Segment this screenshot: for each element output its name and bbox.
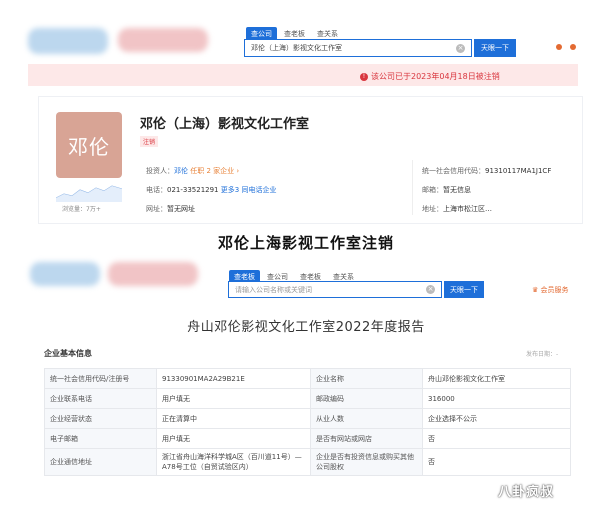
blurred-logo xyxy=(28,28,108,54)
member-service-label: 会员服务 xyxy=(540,286,569,294)
notice-label: 该公司已于2023年04月18日被注销 xyxy=(371,72,500,81)
field-value: 316000 xyxy=(422,388,571,409)
credit-value: 91310117MA1J1CF xyxy=(485,167,552,175)
table-row: 企业通信地址 浙江省舟山海洋科学城A区（百川道11号）—A78号工位（自贸试验区内… xyxy=(44,448,571,476)
company-logo: 邓伦 xyxy=(56,112,122,178)
caption-title: 邓伦上海影视工作室注销 xyxy=(217,234,394,252)
search-input-value: 邓伦（上海）影视文化工作室 xyxy=(251,44,342,52)
table-row: 统一社会信用代码/注册号 91330901MA2A29B21E 企业名称 舟山邓伦影视… xyxy=(44,368,571,389)
field-label: 邮政编码 xyxy=(310,388,423,409)
browse-count: 浏览量：7万+ xyxy=(62,206,101,213)
watermark: 八卦疯叔 xyxy=(498,485,555,500)
credit-row: 统一社会信用代码：91310117MA1J1CF xyxy=(422,166,551,176)
email-row: 邮箱：暂无信息 xyxy=(422,185,471,195)
phone-row: 电话：021-33521291 更多3 同电话企业 xyxy=(146,185,276,195)
field-label: 从业人数 xyxy=(310,408,423,429)
trend-chart-icon xyxy=(56,185,122,202)
table-row: 电子邮箱 用户填无 是否有网站或网店否 xyxy=(44,428,571,449)
search-button[interactable]: 天眼一下 xyxy=(444,281,484,298)
user-icon[interactable] xyxy=(570,44,576,50)
table-row: 企业经营状态 正在清算中 从业人数 企业选择不公示 xyxy=(44,408,571,429)
website-row: 网址：暂无网址 xyxy=(146,204,195,214)
company-name: 邓伦（上海）影视文化工作室 xyxy=(140,117,310,132)
investor-extra[interactable]: 任职 2 家企业 › xyxy=(190,167,239,175)
table-row: 企业联系电话 用户填无 邮政编码 316000 xyxy=(44,388,571,409)
search-placeholder: 请输入公司名称或关键词 xyxy=(235,285,312,294)
basic-info-table: 统一社会信用代码/注册号 91330901MA2A29B21E 企业名称 舟山邓伦影视… xyxy=(44,368,571,476)
website-value: 暂无网址 xyxy=(167,205,195,213)
blurred-logo xyxy=(30,262,100,286)
address-row: 地址：上海市松江区… xyxy=(422,204,492,214)
vip-icon[interactable] xyxy=(556,44,562,50)
field-value: 浙江省舟山海洋科学城A区（百川道11号）—A78号工位（自贸试验区内） xyxy=(156,448,311,476)
field-label: 电子邮箱 xyxy=(44,428,157,449)
field-value: 用户填无 xyxy=(156,388,311,409)
phone-label: 电话： xyxy=(146,186,167,194)
section-title: 企业基本信息 xyxy=(44,349,92,358)
field-label: 企业是否有投资信息或购买其他公司股权 xyxy=(310,448,423,476)
field-value: 正在清算中 xyxy=(156,408,311,429)
investor-row: 投资人：邓伦 任职 2 家企业 › xyxy=(146,166,239,176)
blurred-logo-red xyxy=(118,28,208,52)
report-title: 舟山邓伦影视文化工作室2022年度报告 xyxy=(187,320,425,335)
field-value: 否 xyxy=(422,448,571,476)
address-label: 地址： xyxy=(422,205,443,213)
clear-icon[interactable]: × xyxy=(456,43,465,53)
investor-label: 投资人： xyxy=(146,167,174,175)
same-phone-link[interactable]: 同电话企业 xyxy=(241,186,276,194)
credit-label: 统一社会信用代码： xyxy=(422,167,485,175)
investor-link[interactable]: 邓伦 xyxy=(174,167,188,175)
phone-value: 021-33521291 xyxy=(167,186,219,194)
search-input[interactable]: 邓伦（上海）影视文化工作室 × xyxy=(244,39,472,57)
status-badge: 注销 xyxy=(140,136,159,147)
field-label: 企业联系电话 xyxy=(44,388,157,409)
field-label: 是否有网站或网店 xyxy=(310,428,423,449)
divider xyxy=(412,160,413,215)
field-value: 否 xyxy=(422,428,571,449)
search-button[interactable]: 天眼一下 xyxy=(474,39,516,57)
email-value: 暂无信息 xyxy=(443,186,471,194)
address-value: 上海市松江区… xyxy=(443,205,492,213)
field-label: 企业经营状态 xyxy=(44,408,157,429)
field-label: 企业名称 xyxy=(310,368,423,389)
cancel-notice: ! 该公司已于2023年04月18日被注销 xyxy=(360,71,500,82)
field-label: 企业通信地址 xyxy=(44,448,157,476)
clear-icon[interactable]: × xyxy=(426,285,435,294)
email-label: 邮箱： xyxy=(422,186,443,194)
field-value: 企业选择不公示 xyxy=(422,408,571,429)
publish-date: 发布日期：- xyxy=(526,351,559,358)
website-label: 网址： xyxy=(146,205,167,213)
field-value: 用户填无 xyxy=(156,428,311,449)
phone-more-link[interactable]: 更多3 xyxy=(221,186,239,194)
warning-icon: ! xyxy=(360,72,368,81)
crown-icon: ♛ xyxy=(532,286,539,294)
field-label: 统一社会信用代码/注册号 xyxy=(44,368,157,389)
search-input[interactable]: 请输入公司名称或关键词 × xyxy=(228,281,442,298)
member-service-link[interactable]: ♛ 会员服务 xyxy=(532,285,569,295)
field-value: 91330901MA2A29B21E xyxy=(156,368,311,389)
blurred-logo-red xyxy=(108,262,198,286)
field-value: 舟山邓伦影视文化工作室 xyxy=(422,368,571,389)
